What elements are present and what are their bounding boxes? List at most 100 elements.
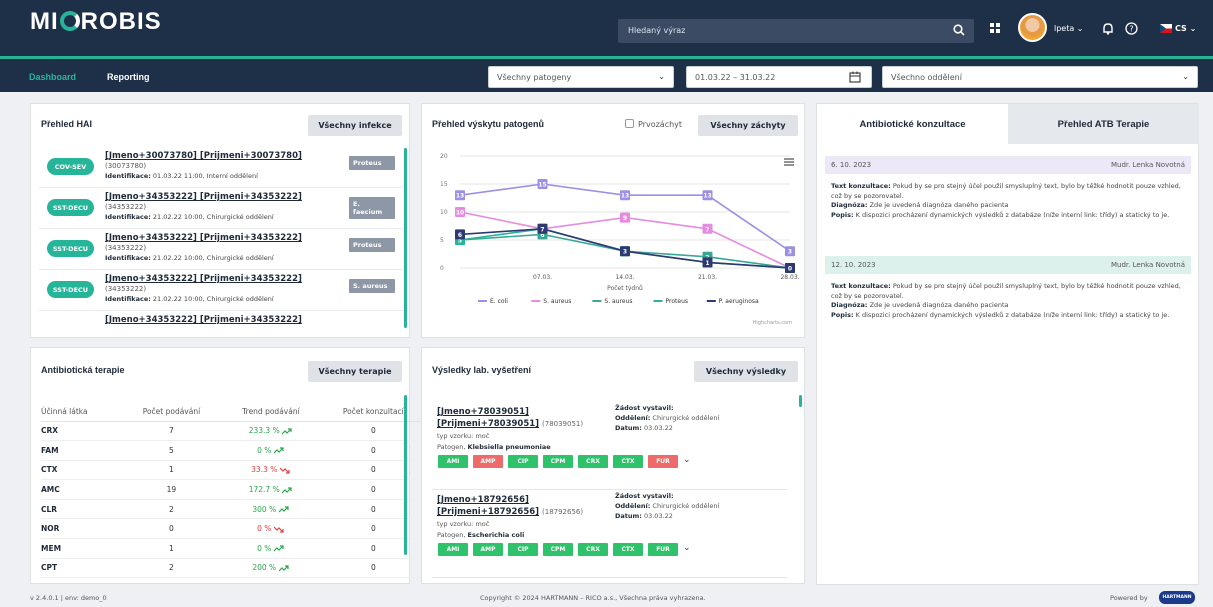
antibiotic-badge: CRX [578,455,608,468]
table-row[interactable]: CLR 2 300 % 0 [41,499,426,520]
consultation-header[interactable]: 12. 10. 2023 Mudr. Lenka Novotná [825,256,1191,274]
infection-type-badge: COV-SEV [47,158,94,175]
logo-ring-icon [59,11,80,31]
calendar-icon[interactable] [849,71,861,83]
patient-name-link[interactable]: [Jmeno+34353222] [Prijmeni+34353222] [105,274,302,284]
trend-value: 0 % [257,543,272,553]
chevron-down-icon[interactable]: ⌄ [683,543,691,553]
hai-row[interactable]: SST-DECU [Jmeno+34353222] [Prijmeni+34353… [39,271,403,311]
patient-name-link[interactable]: [Jmeno+78039051] [Prijmeni+78039051] (780… [437,406,583,430]
date-range-field[interactable]: 01.03.22 – 31.03.22 [686,66,872,88]
antibiotic-badge: CRX [578,543,608,556]
y-tick-label: 10 [440,209,448,216]
trend-value: 233.3 % [248,426,280,436]
hai-list: COV-SEV [Jmeno+30073780] [Prijmeni+300737… [31,148,403,332]
table-row[interactable]: NOR 0 0 % 0 [41,518,426,540]
x-tick-label: 07.03. [533,274,552,281]
all-infections-button[interactable]: Všechny infekce [308,115,402,136]
lab-results-card: Výsledky lab. vyšetření Všechny výsledky… [421,347,805,584]
trend-cell: 0 % [221,538,321,559]
avatar[interactable] [1018,13,1047,42]
pathogen-select[interactable]: Všechny patogeny ⌄ [488,66,674,88]
trend-value: 200 % [252,563,277,573]
hai-title: Přehled HAI [41,119,93,129]
user-menu[interactable]: lpeta ⌄ [1054,24,1084,33]
patient-name-link[interactable]: [Jmeno+34353222] [Prijmeni+34353222] [105,233,302,243]
footer: v 2.4.0.1 | env: demo_0 Copyright © 2024… [0,590,1213,607]
antibiotic-badge: CIP [508,543,538,556]
y-tick-label: 15 [440,181,448,188]
bell-icon[interactable] [1102,22,1114,35]
table-row[interactable]: CTX 1 33.3 % 0 [41,460,426,481]
scrollbar[interactable] [404,395,407,555]
version-label: v 2.4.0.1 | env: demo_0 [30,594,107,602]
table-row[interactable]: CPT 2 200 % 0 [41,558,426,579]
hai-row[interactable]: SST-DECU [Jmeno+34353222] [Prijmeni+34353… [39,230,403,270]
hai-row[interactable]: [Jmeno+34353222] [Prijmeni+34353222] [39,312,403,332]
sample-type: typ vzorku: moč [437,432,490,440]
consultation-header[interactable]: 6. 10. 2023 Mudr. Lenka Novotná [825,156,1191,174]
tab-dashboard[interactable]: Dashboard [29,72,76,82]
tab-antibiotic-consultations[interactable]: Antibiotické konzultace [817,104,1008,144]
table-row[interactable]: MEM 1 0 % 0 [41,538,426,559]
pathogen-title: Přehled výskytu patogenů [432,119,545,129]
y-tick-label: 20 [440,153,448,160]
patient-id: (34353222) [105,244,147,252]
trend-up-icon [273,545,284,552]
lab-result-item[interactable]: [Jmeno+78039051] [Prijmeni+78039051] (780… [432,400,787,490]
hartmann-logo: HARTMANN [1159,591,1195,604]
patient-name-link[interactable]: [Jmeno+34353222] [Prijmeni+34353222] [105,315,302,325]
flag-cz-icon[interactable] [1160,24,1172,33]
drug-name: AMC [41,479,122,500]
department-select[interactable]: Všechno oddělení ⌄ [882,66,1198,88]
data-label: 7 [540,226,544,233]
all-captures-button[interactable]: Všechny záchyty [698,115,798,136]
language-selector[interactable]: CS ⌄ [1175,24,1196,33]
help-icon[interactable]: ? [1125,22,1138,35]
grid-apps-icon[interactable] [990,23,1001,34]
chevron-down-icon[interactable]: ⌄ [683,455,691,465]
table-row[interactable]: FAM 5 0 % 0 [41,440,426,461]
all-results-button[interactable]: Všechny výsledky [694,361,798,382]
trend-value: 33.3 % [251,465,278,475]
atb-title: Antibiotická terapie [41,365,125,375]
first-capture-checkbox[interactable] [625,119,634,128]
pathogen-info: Patogen, Klebsiella pneumoniae [437,443,551,451]
data-label: 0 [788,266,792,273]
powered-by: Powered by [1110,594,1148,602]
table-row[interactable]: AMC 19 172.7 % 0 [41,479,426,500]
trend-cell: 172.7 % [221,479,321,500]
chevron-down-icon: ⌄ [658,72,665,81]
data-label: 3 [788,249,792,256]
data-label: 13 [703,193,711,200]
patient-name-link[interactable]: [Jmeno+30073780] [Prijmeni+30073780] [105,151,302,161]
trend-cell: 0 % [221,440,321,461]
first-capture-label: Prvozáchyt [638,120,683,129]
trend-up-icon [273,447,284,454]
hai-row[interactable]: SST-DECU [Jmeno+34353222] [Prijmeni+34353… [39,189,403,229]
patient-name-link[interactable]: [Jmeno+18792656] [Prijmeni+18792656] (187… [437,494,583,518]
all-therapies-button[interactable]: Všechny terapie [308,361,402,382]
lab-result-item[interactable]: [Jmeno+18792656] [Prijmeni+18792656] (187… [432,488,787,578]
tab-atb-therapy-overview[interactable]: Přehled ATB Terapie [1008,104,1199,144]
drug-name: NOR [41,518,122,540]
tab-reporting[interactable]: Reporting [107,72,150,82]
sub-nav: Dashboard Reporting Všechny patogeny ⌄ 01… [0,56,1213,92]
patient-id: (34353222) [105,203,147,211]
trend-cell: 300 % [221,499,321,520]
antibiotic-badge: CPM [543,455,573,468]
search-icon[interactable] [953,24,965,36]
trend-value: 172.7 % [248,485,280,495]
scrollbar[interactable] [404,148,407,328]
scrollbar[interactable] [799,395,802,407]
table-row[interactable]: CRX 7 233.3 % 0 [41,421,426,442]
doctor-name: Mudr. Lenka Novotná [1111,261,1185,269]
data-label: 10 [456,210,464,217]
patient-name-link[interactable]: [Jmeno+34353222] [Prijmeni+34353222] [105,192,302,202]
consultation-count: 0 [320,421,426,442]
search-input[interactable]: Hledaný výraz [618,19,974,43]
legend-item: E. coli [490,298,508,305]
hai-row[interactable]: COV-SEV [Jmeno+30073780] [Prijmeni+300737… [39,148,403,188]
logo[interactable]: MI ROBIS [30,8,162,36]
hai-card: Přehled HAI Všechny infekce COV-SEV [Jmen… [30,103,410,338]
